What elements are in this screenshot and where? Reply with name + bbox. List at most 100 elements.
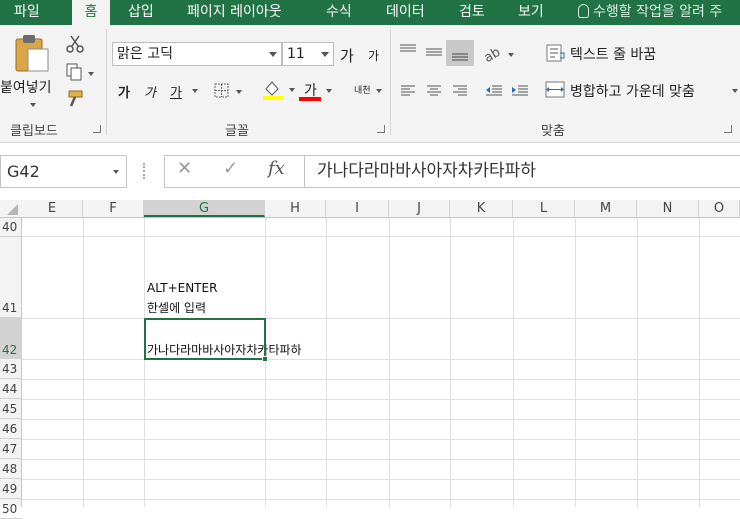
- column-header-m[interactable]: M: [575, 200, 637, 217]
- font-size-select[interactable]: 11: [282, 42, 334, 66]
- grid-line: [22, 359, 740, 360]
- active-cell-border[interactable]: [144, 318, 266, 360]
- merge-center-button[interactable]: 병합하고 가운데 맞춤: [570, 81, 695, 101]
- row-header-43[interactable]: 43: [0, 359, 22, 379]
- grid-line: [513, 218, 514, 507]
- column-header-i[interactable]: I: [326, 200, 389, 217]
- format-painter-icon[interactable]: [66, 90, 84, 108]
- row-header-49[interactable]: 49: [0, 479, 22, 499]
- paste-label: 붙여넣기: [0, 80, 52, 96]
- grid-line: [22, 479, 740, 480]
- grid-line: [22, 419, 740, 420]
- chevron-down-icon: [321, 52, 329, 57]
- underline-button[interactable]: 가: [170, 82, 182, 101]
- underline-dropdown-icon[interactable]: [192, 89, 198, 93]
- row-header-41[interactable]: 41: [0, 237, 22, 318]
- copy-icon[interactable]: [66, 63, 94, 81]
- clipboard-launcher-icon[interactable]: [93, 125, 101, 133]
- column-header-l[interactable]: L: [513, 200, 575, 217]
- formula-splitter[interactable]: [143, 163, 146, 179]
- merge-dropdown-icon[interactable]: [732, 89, 738, 93]
- formula-content: 가나다라마바사아자차카타파하: [317, 161, 536, 181]
- grid-line: [22, 459, 740, 460]
- row-header-46[interactable]: 46: [0, 419, 22, 439]
- font-size-value: 11: [287, 46, 305, 62]
- column-header-n[interactable]: N: [637, 200, 699, 217]
- align-middle-icon[interactable]: [425, 46, 443, 60]
- column-header-j[interactable]: J: [389, 200, 450, 217]
- row-header-bar: 40 41 42 43 44 45 46 47 48 49 50: [0, 218, 22, 519]
- row-header-45[interactable]: 45: [0, 399, 22, 419]
- column-header-e[interactable]: E: [22, 200, 83, 217]
- cell-g41-line1[interactable]: ALT+ENTER: [147, 281, 217, 295]
- grid-line: [22, 399, 740, 400]
- merge-center-icon[interactable]: [545, 81, 567, 99]
- orientation-icon[interactable]: ab: [482, 45, 518, 66]
- decrease-indent-icon[interactable]: [485, 84, 503, 98]
- align-center-icon[interactable]: [426, 84, 442, 98]
- column-header-o[interactable]: O: [699, 200, 740, 217]
- column-header-g[interactable]: G: [144, 200, 265, 217]
- chevron-down-icon: [113, 170, 119, 174]
- name-box[interactable]: G42: [0, 155, 127, 188]
- phonetic-button[interactable]: 내천: [354, 83, 371, 96]
- menu-file[interactable]: 파일: [14, 0, 40, 25]
- shrink-font-button[interactable]: 가: [368, 47, 379, 64]
- fill-color-icon[interactable]: [262, 79, 296, 101]
- column-header-bar: E F G H I J K L M N O: [0, 200, 740, 218]
- column-header-h[interactable]: H: [265, 200, 326, 217]
- grid-line: [389, 218, 390, 507]
- increase-indent-icon[interactable]: [511, 84, 529, 98]
- align-right-icon[interactable]: [452, 84, 468, 98]
- tell-me-box[interactable]: 수행할 작업을 알려 주: [578, 0, 722, 25]
- wrap-text-button[interactable]: 텍스트 줄 바꿈: [570, 44, 656, 64]
- cancel-icon[interactable]: ✕: [177, 158, 192, 179]
- ribbon: 붙여넣기 클립보드 맑은 고딕 11 가 가 가 가 가 가 내천 글꼴 ab …: [0, 25, 740, 143]
- menu-formulas[interactable]: 수식: [326, 0, 352, 25]
- group-divider: [106, 29, 107, 135]
- formula-input[interactable]: 가나다라마바사아자차카타파하: [304, 155, 740, 188]
- paste-icon: [15, 35, 49, 72]
- cut-icon[interactable]: [66, 35, 84, 53]
- tell-me-text: 수행할 작업을 알려 주: [593, 4, 723, 20]
- font-name-select[interactable]: 맑은 고딕: [112, 42, 282, 66]
- row-header-40[interactable]: 40: [0, 218, 22, 237]
- menu-home[interactable]: 홈: [72, 0, 110, 25]
- row-header-47[interactable]: 47: [0, 439, 22, 459]
- row-header-42[interactable]: 42: [0, 318, 22, 359]
- clipboard-group-label: 클립보드: [10, 124, 58, 139]
- paste-button[interactable]: 붙여넣기: [0, 31, 62, 111]
- row-header-44[interactable]: 44: [0, 379, 22, 399]
- align-left-icon[interactable]: [400, 84, 416, 98]
- grid-line: [575, 218, 576, 507]
- font-color-dropdown-icon[interactable]: [326, 89, 332, 93]
- insert-function-icon[interactable]: fx: [268, 158, 285, 179]
- formula-bar: G42 ✕ ✓ fx 가나다라마바사아자차카타파하: [0, 143, 740, 200]
- wrap-text-icon[interactable]: [546, 44, 566, 62]
- cell-g41-line2[interactable]: 한셀에 입력: [147, 299, 206, 316]
- menu-insert[interactable]: 삽입: [128, 0, 154, 25]
- menu-data[interactable]: 데이터: [386, 0, 425, 25]
- menu-review[interactable]: 검토: [459, 0, 485, 25]
- align-bottom-icon: [452, 53, 468, 61]
- enter-icon[interactable]: ✓: [223, 158, 238, 179]
- column-header-f[interactable]: F: [83, 200, 144, 217]
- grid-line: [22, 236, 740, 237]
- bold-button[interactable]: 가: [118, 82, 130, 101]
- italic-button[interactable]: 가: [144, 82, 156, 101]
- grid-line: [450, 218, 451, 507]
- column-header-k[interactable]: K: [450, 200, 513, 217]
- phonetic-dropdown-icon[interactable]: [376, 89, 382, 93]
- fill-handle[interactable]: [262, 356, 268, 362]
- grow-font-button[interactable]: 가: [340, 45, 354, 66]
- menu-view[interactable]: 보기: [518, 0, 544, 25]
- menu-page-layout[interactable]: 페이지 레이아웃: [187, 0, 282, 25]
- align-bottom-button[interactable]: [446, 40, 474, 66]
- borders-icon[interactable]: [214, 83, 244, 99]
- alignment-launcher-icon[interactable]: [724, 125, 732, 133]
- row-header-48[interactable]: 48: [0, 459, 22, 479]
- align-top-icon[interactable]: [399, 44, 417, 58]
- select-all-icon[interactable]: [0, 200, 22, 218]
- row-header-50[interactable]: 50: [0, 499, 22, 519]
- font-launcher-icon[interactable]: [377, 125, 385, 133]
